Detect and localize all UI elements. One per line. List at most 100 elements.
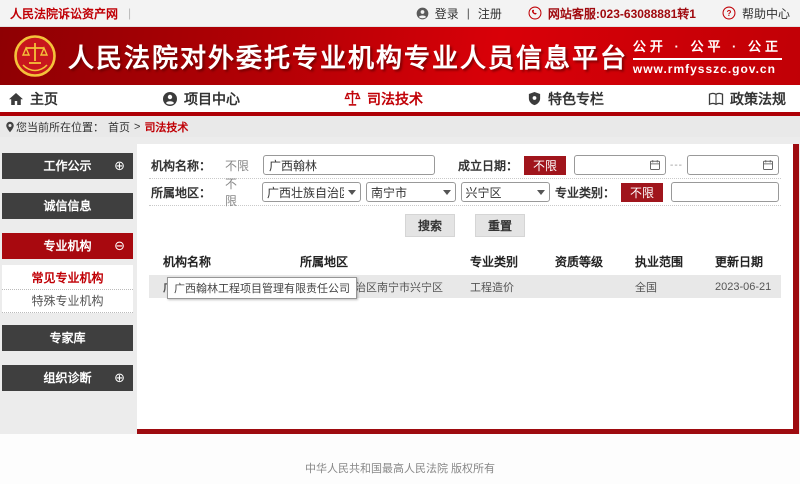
sidebar-item-label: 工作公示 [43,159,91,173]
region-unlimited-option[interactable]: 不限 [225,175,248,209]
breadcrumb-prefix: 您当前所在位置： [16,119,104,135]
col-header-grade: 资质等级 [555,253,635,270]
copyright-text: 中华人民共和国最高人民法院 版权所有 [305,460,495,476]
col-header-category: 专业类别 [470,253,555,270]
nav-label: 主页 [30,89,58,109]
cell-updated: 2023-06-21 [715,281,781,293]
filter-row-2: 所属地区： 不限 广西壮族自治区 南宁市 兴宁区 专业类别： 不限 [149,179,781,206]
nav-item-project-center[interactable]: 项目中心 [162,89,240,109]
nav-item-special-column[interactable]: 特色专栏 [527,89,604,109]
expand-icon[interactable]: ⊕ [114,365,125,391]
org-name-input[interactable] [263,155,435,175]
nav-label: 特色专栏 [548,89,604,109]
phone-icon [528,6,542,20]
sidebar-item-integrity-info[interactable]: 诚信信息 [2,193,133,219]
district-select[interactable]: 兴宁区 [461,182,550,202]
chevron-down-icon [537,190,545,195]
hotline-text: 网站客服:023-63088881转1 [548,5,696,22]
founded-unlimited-button[interactable]: 不限 [524,156,566,175]
nav-item-policy[interactable]: 政策法规 [708,89,786,109]
col-header-name: 机构名称 [163,253,300,270]
user-icon [416,7,429,20]
chevron-down-icon [348,190,356,195]
sidebar-item-label: 专家库 [49,331,85,345]
home-icon [8,91,24,107]
nav-label: 项目中心 [184,89,240,109]
svg-text:?: ? [727,9,732,18]
col-header-updated: 更新日期 [715,253,781,270]
login-separator: | [467,6,470,20]
submenu-item-common-orgs[interactable]: 常见专业机构 [2,267,133,290]
nav-item-judicial-tech[interactable]: 司法技术 [344,89,423,109]
location-pin-icon [4,121,16,133]
category-label: 专业类别： [555,184,615,201]
help-center-link[interactable]: 帮助中心 [742,5,790,22]
category-unlimited-button[interactable]: 不限 [621,183,663,202]
page: 人民法院诉讼资产网 | 登录 | 注册 网站客服:023-63088881转1 … [0,0,800,484]
sidebar-submenu: 常见专业机构 特殊专业机构 [2,265,133,313]
banner-divider [633,58,782,60]
nav-label: 政策法规 [730,89,786,109]
topbar-right: 登录 | 注册 网站客服:023-63088881转1 ? 帮助中心 [416,5,790,22]
founded-date-group: 成立日期： 不限 --- [458,155,779,175]
founded-date-label: 成立日期： [458,157,518,174]
project-center-icon [162,91,178,107]
register-link[interactable]: 注册 [478,5,502,22]
table-header-row: 机构名称 所属地区 专业类别 资质等级 执业范围 更新日期 [149,247,781,275]
founded-from-input[interactable] [574,155,666,175]
nav-label: 司法技术 [367,89,423,109]
sidebar-item-expert-pool[interactable]: 专家库 [2,325,133,351]
sidebar-item-label: 组织诊断 [43,371,91,385]
book-icon [708,91,724,107]
breadcrumb-home[interactable]: 首页 [108,119,130,135]
cell-category: 工程造价 [470,279,555,295]
sidebar-item-label: 诚信信息 [43,199,91,213]
login-link[interactable]: 登录 [435,5,459,22]
city-select[interactable]: 南宁市 [366,182,455,202]
help-icon: ? [722,6,736,20]
nav-item-home[interactable]: 主页 [8,89,58,109]
sidebar: 工作公示 ⊕ 诚信信息 专业机构 ⊖ 常见专业机构 特殊专业机构 专家库 组织诊… [2,153,133,405]
reset-button[interactable]: 重置 [475,214,525,237]
chevron-down-icon [443,190,451,195]
court-logo-icon [14,35,56,77]
main-panel: 机构名称： 不限 成立日期： 不限 --- [137,144,799,434]
shield-icon [527,91,542,106]
main-nav: 主页 项目中心 司法技术 特色专栏 政策法规 [0,85,800,116]
district-select-value: 兴宁区 [466,184,533,201]
province-select[interactable]: 广西壮族自治区 [262,182,361,202]
site-banner: 人民法院对外委托专业机构专业人员信息平台 公开 · 公平 · 公正 www.rm… [0,27,800,85]
org-name-tooltip: 广西翰林工程项目管理有限责任公司 [167,277,357,299]
breadcrumb-current[interactable]: 司法技术 [144,119,188,135]
org-name-label: 机构名称： [151,157,211,174]
scales-icon [344,90,361,107]
search-button[interactable]: 搜索 [405,214,455,237]
sidebar-item-label: 专业机构 [43,239,91,253]
category-input[interactable] [671,182,779,202]
sidebar-item-org-diagnosis[interactable]: 组织诊断 ⊕ [2,365,133,391]
banner-slogan-block: 公开 · 公平 · 公正 www.rmfysszc.gov.cn [633,36,786,76]
sidebar-item-professional-orgs[interactable]: 专业机构 ⊖ [2,233,133,259]
breadcrumb: 您当前所在位置： 首页 > 司法技术 [0,116,800,137]
province-select-value: 广西壮族自治区 [267,184,344,201]
calendar-icon[interactable] [649,159,661,171]
org-name-unlimited-option[interactable]: 不限 [225,157,249,174]
action-button-row: 搜索 重置 [149,214,781,237]
site-name-link[interactable]: 人民法院诉讼资产网 [10,5,118,22]
banner-url: www.rmfysszc.gov.cn [633,62,782,76]
calendar-icon[interactable] [762,159,774,171]
date-range-separator: --- [670,160,683,171]
content-region: 工作公示 ⊕ 诚信信息 专业机构 ⊖ 常见专业机构 特殊专业机构 专家库 组织诊… [0,137,800,434]
expand-icon[interactable]: ⊕ [114,153,125,179]
topbar-divider: | [128,6,131,20]
col-header-scope: 执业范围 [635,253,715,270]
top-utility-bar: 人民法院诉讼资产网 | 登录 | 注册 网站客服:023-63088881转1 … [0,0,800,27]
founded-to-input[interactable] [687,155,779,175]
sidebar-item-work-publicity[interactable]: 工作公示 ⊕ [2,153,133,179]
collapse-icon[interactable]: ⊖ [114,233,125,259]
submenu-item-special-orgs[interactable]: 特殊专业机构 [2,290,133,313]
category-group: 专业类别： 不限 [555,182,779,202]
page-title: 人民法院对外委托专业机构专业人员信息平台 [68,38,628,75]
col-header-region: 所属地区 [300,253,470,270]
city-select-value: 南宁市 [371,184,438,201]
